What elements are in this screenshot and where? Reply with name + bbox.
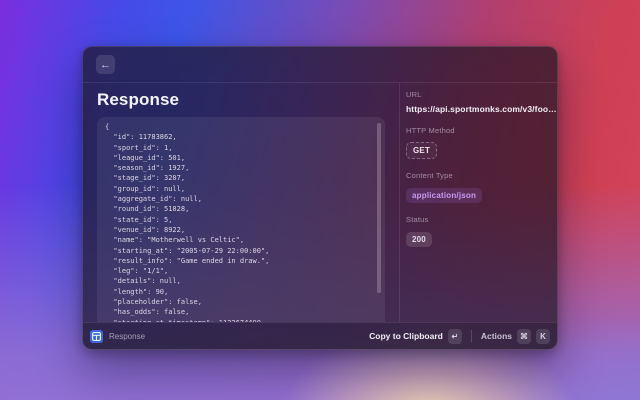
- action-bar-divider: [470, 330, 472, 342]
- window-body: Response { "id": 11783862, "sport_id": 1…: [83, 83, 557, 322]
- raycast-window: ← Response { "id": 11783862, "sport_id":…: [82, 46, 558, 350]
- copy-to-clipboard-button[interactable]: Copy to Clipboard ↵: [369, 328, 462, 344]
- json-viewer[interactable]: { "id": 11783862, "sport_id": 1, "league…: [97, 117, 385, 322]
- status-label: Status: [406, 215, 429, 224]
- back-button[interactable]: ←: [96, 55, 115, 74]
- footer-command-label: Response: [109, 331, 146, 341]
- content-type-badge: application/json: [406, 188, 483, 203]
- metadata-content-type: Content Type application/json: [406, 171, 549, 203]
- command-key-icon: ⌘: [517, 328, 531, 344]
- page-title: Response: [97, 90, 180, 109]
- metadata-status: Status 200: [406, 215, 549, 247]
- url-value: https://api.sportmonks.com/v3/foo…: [406, 104, 557, 114]
- action-bar: Response Copy to Clipboard ↵ Actions ⌘ K: [83, 322, 557, 349]
- url-label: URL: [406, 90, 422, 99]
- content-type-label: Content Type: [406, 171, 453, 180]
- metadata-http-method: HTTP Method GET: [406, 126, 549, 159]
- window-header: ←: [83, 47, 557, 83]
- scrollbar-thumb[interactable]: [377, 123, 381, 293]
- desktop-background: ← Response { "id": 11783862, "sport_id":…: [0, 0, 640, 400]
- actions-label: Actions: [480, 331, 512, 341]
- status-badge: 200: [406, 232, 432, 247]
- back-arrow-icon: ←: [100, 58, 111, 71]
- enter-key-icon: ↵: [447, 328, 462, 344]
- copy-to-clipboard-label: Copy to Clipboard: [369, 331, 443, 341]
- metadata-url: URL https://api.sportmonks.com/v3/foo…: [406, 90, 557, 114]
- window-grid-glyph: [92, 331, 101, 341]
- response-json-text: { "id": 11783862, "sport_id": 1, "league…: [105, 123, 270, 322]
- actions-button[interactable]: Actions ⌘ K: [480, 328, 550, 344]
- response-panel: Response { "id": 11783862, "sport_id": 1…: [83, 83, 399, 322]
- k-key: K: [536, 328, 550, 344]
- action-bar-left: Response: [90, 329, 146, 343]
- http-method-label: HTTP Method: [406, 126, 455, 135]
- extension-icon: [90, 329, 103, 343]
- action-bar-right: Copy to Clipboard ↵ Actions ⌘ K: [369, 328, 550, 344]
- http-method-badge: GET: [406, 142, 438, 159]
- metadata-panel: URL https://api.sportmonks.com/v3/foo… H…: [399, 83, 557, 322]
